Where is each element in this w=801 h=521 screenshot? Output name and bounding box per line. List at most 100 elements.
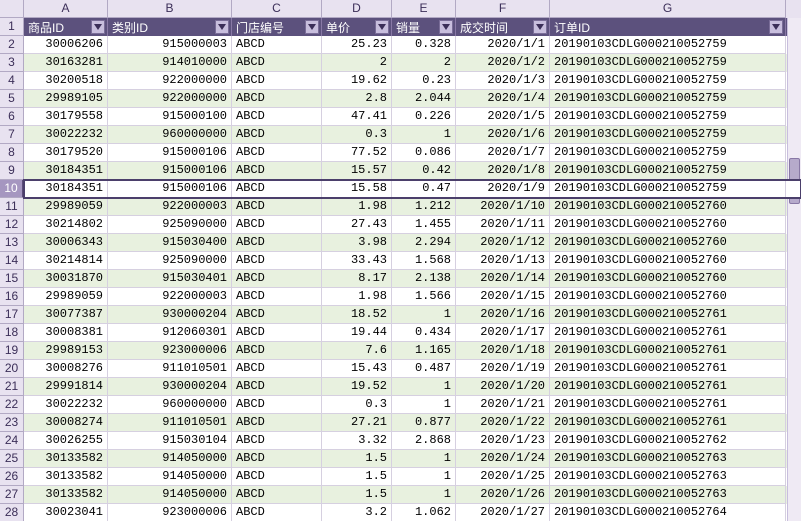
cell[interactable]: 2.294 [392,234,456,252]
col-header-F[interactable]: F [456,0,550,18]
cell[interactable]: 20190103CDLG000210052761 [550,414,786,432]
row-header[interactable]: 10 [0,180,24,198]
row-header[interactable]: 13 [0,234,24,252]
row-header[interactable]: 27 [0,486,24,504]
row-header[interactable]: 19 [0,342,24,360]
cell[interactable]: ABCD [232,252,322,270]
cell[interactable]: 20190103CDLG000210052759 [550,72,786,90]
cell[interactable]: ABCD [232,306,322,324]
col-header-B[interactable]: B [108,0,232,18]
cell[interactable]: 2020/1/15 [456,288,550,306]
cell[interactable]: 922000000 [108,90,232,108]
cell[interactable]: 1.062 [392,504,456,521]
cell[interactable]: ABCD [232,504,322,521]
table-row[interactable]: 30006206915000003ABCD25.230.3282020/1/12… [24,36,801,54]
row-header[interactable]: 21 [0,378,24,396]
cell[interactable]: 1.5 [322,450,392,468]
cell[interactable]: 3.32 [322,432,392,450]
cell[interactable]: 2020/1/2 [456,54,550,72]
cell[interactable]: 30184351 [24,162,108,180]
table-row[interactable]: 30077387930000204ABCD18.5212020/1/162019… [24,306,801,324]
grid[interactable]: 商品ID 类别ID 门店编号 [24,18,801,521]
cell[interactable]: 0.877 [392,414,456,432]
table-row[interactable]: 29989059922000003ABCD1.981.2122020/1/102… [24,198,801,216]
table-row[interactable]: 30133582914050000ABCD1.512020/1/24201901… [24,450,801,468]
cell[interactable]: 20190103CDLG000210052762 [550,432,786,450]
cell[interactable]: 30179520 [24,144,108,162]
table-row[interactable]: 30179520915000106ABCD77.520.0862020/1/72… [24,144,801,162]
cell[interactable]: 20190103CDLG000210052759 [550,144,786,162]
cell[interactable]: 29989153 [24,342,108,360]
cell[interactable]: 3.2 [322,504,392,521]
cell[interactable]: 914050000 [108,486,232,504]
row-header[interactable]: 25 [0,450,24,468]
cell[interactable]: 20190103CDLG000210052759 [550,90,786,108]
row-header[interactable]: 26 [0,468,24,486]
cell[interactable]: 20190103CDLG000210052761 [550,378,786,396]
table-row[interactable]: 29989105922000000ABCD2.82.0442020/1/4201… [24,90,801,108]
table-row[interactable]: 30179558915000100ABCD47.410.2262020/1/52… [24,108,801,126]
cell[interactable]: 2020/1/1 [456,36,550,54]
cell[interactable]: ABCD [232,360,322,378]
cell[interactable]: 2020/1/17 [456,324,550,342]
cell[interactable]: 19.52 [322,378,392,396]
filter-dropdown-icon[interactable] [215,20,229,34]
row-header[interactable]: 3 [0,54,24,72]
cell[interactable]: ABCD [232,270,322,288]
header-cell-category-id[interactable]: 类别ID [108,18,232,36]
cell[interactable]: 1 [392,378,456,396]
cell[interactable]: 1.5 [322,468,392,486]
filter-dropdown-icon[interactable] [375,20,389,34]
cell[interactable]: 2.8 [322,90,392,108]
cell[interactable]: 915030401 [108,270,232,288]
cell[interactable]: 30026255 [24,432,108,450]
table-row[interactable]: 30133582914050000ABCD1.512020/1/25201901… [24,468,801,486]
table-row[interactable]: 30022232960000000ABCD0.312020/1/62019010… [24,126,801,144]
cell[interactable]: 1 [392,126,456,144]
cell[interactable]: ABCD [232,396,322,414]
cell[interactable]: ABCD [232,108,322,126]
cell[interactable]: 29989059 [24,288,108,306]
cell[interactable]: 30214814 [24,252,108,270]
row-header[interactable]: 15 [0,270,24,288]
cell[interactable]: ABCD [232,288,322,306]
cell[interactable]: 18.52 [322,306,392,324]
header-cell-order-id[interactable]: 订单ID [550,18,786,36]
cell[interactable]: 20190103CDLG000210052760 [550,234,786,252]
cell[interactable]: 2020/1/11 [456,216,550,234]
cell[interactable]: 19.44 [322,324,392,342]
row-header[interactable]: 7 [0,126,24,144]
cell[interactable]: 914050000 [108,468,232,486]
cell[interactable]: 20190103CDLG000210052763 [550,486,786,504]
cell[interactable]: 2020/1/23 [456,432,550,450]
cell[interactable]: 0.47 [392,180,456,198]
table-row[interactable]: 30022232960000000ABCD0.312020/1/21201901… [24,396,801,414]
filter-dropdown-icon[interactable] [439,20,453,34]
cell[interactable]: ABCD [232,342,322,360]
cell[interactable]: 0.086 [392,144,456,162]
cell[interactable]: 20190103CDLG000210052761 [550,396,786,414]
cell[interactable]: ABCD [232,486,322,504]
cell[interactable]: 2 [392,54,456,72]
cell[interactable]: 2020/1/20 [456,378,550,396]
cell[interactable]: 1.455 [392,216,456,234]
cell[interactable]: 0.3 [322,126,392,144]
cell[interactable]: 15.43 [322,360,392,378]
filter-dropdown-icon[interactable] [533,20,547,34]
row-header[interactable]: 11 [0,198,24,216]
row-header[interactable]: 18 [0,324,24,342]
row-header[interactable]: 4 [0,72,24,90]
cell[interactable]: ABCD [232,414,322,432]
cell[interactable]: 27.43 [322,216,392,234]
cell[interactable]: 2020/1/27 [456,504,550,521]
cell[interactable]: 2020/1/4 [456,90,550,108]
cell[interactable]: 30133582 [24,450,108,468]
cell[interactable]: 30184351 [24,180,108,198]
cell[interactable]: 20190103CDLG000210052760 [550,252,786,270]
cell[interactable]: 30133582 [24,468,108,486]
cell[interactable]: 915030104 [108,432,232,450]
cell[interactable]: 20190103CDLG000210052759 [550,108,786,126]
row-header[interactable]: 6 [0,108,24,126]
row-header[interactable]: 14 [0,252,24,270]
cell[interactable]: 20190103CDLG000210052760 [550,270,786,288]
